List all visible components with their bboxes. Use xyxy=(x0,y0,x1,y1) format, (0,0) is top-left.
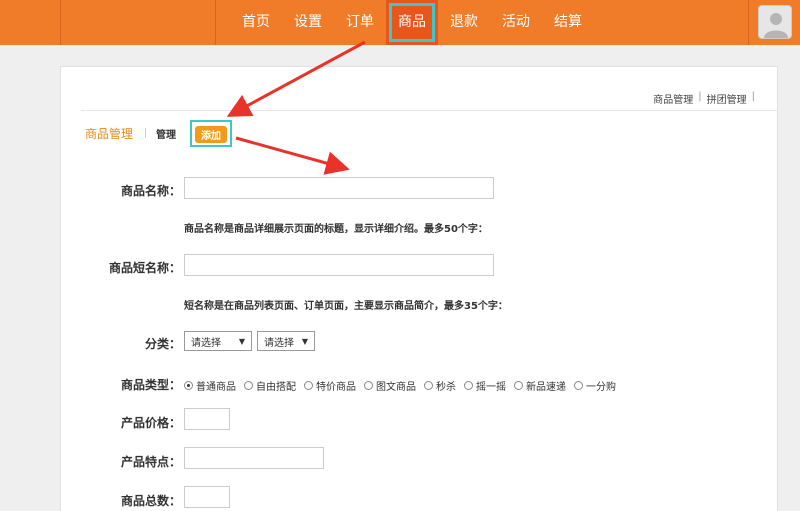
name-field[interactable] xyxy=(184,177,494,199)
nav-item-settlement[interactable]: 结算 xyxy=(542,0,594,45)
user-icon xyxy=(764,13,788,38)
price-field[interactable] xyxy=(184,408,230,430)
avatar[interactable] xyxy=(758,5,792,39)
category-select-2[interactable]: 请选择 ▼ xyxy=(257,331,315,351)
radio-type-flash-sale[interactable]: 秒杀 xyxy=(424,378,456,393)
short-name-field[interactable] xyxy=(184,254,494,276)
radio-label: 摇一摇 xyxy=(476,382,506,393)
total-field[interactable] xyxy=(184,486,230,508)
radio-dot xyxy=(424,381,433,390)
nav-item-activities[interactable]: 活动 xyxy=(490,0,542,45)
short-name-label: 商品短名称： xyxy=(108,261,181,275)
type-label: 商品类型： xyxy=(120,378,181,392)
tab-divider xyxy=(145,128,147,138)
category-select-1-value: 请选择 xyxy=(191,337,221,349)
radio-label: 普通商品 xyxy=(196,382,236,393)
link-product-manage[interactable]: 商品管理 xyxy=(653,91,693,106)
type-radio-group: 普通商品 自由搭配 特价商品 图文商品 秒杀 摇一摇 新品速递 一分购 xyxy=(184,378,616,393)
nav-item-orders[interactable]: 订单 xyxy=(334,0,386,45)
price-label: 产品价格： xyxy=(120,416,181,430)
radio-label: 秒杀 xyxy=(436,382,456,393)
radio-type-new-arrival[interactable]: 新品速递 xyxy=(514,378,566,393)
content-panel: 商品管理 | 拼团管理 | 商品管理 管理 添加 商品名称： 商品名称是商品详细… xyxy=(60,66,778,511)
divider xyxy=(81,110,777,111)
add-highlight-box: 添加 xyxy=(190,119,233,147)
chevron-down-icon: ▼ xyxy=(238,336,245,346)
chevron-down-icon: ▼ xyxy=(301,336,308,346)
nav-item-refunds[interactable]: 退款 xyxy=(438,0,490,45)
add-button[interactable]: 添加 xyxy=(195,125,228,143)
top-links: 商品管理 | 拼团管理 | xyxy=(653,91,755,106)
nav-item-home[interactable]: 首页 xyxy=(230,0,282,45)
link-separator: | xyxy=(698,91,702,102)
radio-type-normal[interactable]: 普通商品 xyxy=(184,378,236,393)
section-title: 商品管理 xyxy=(85,126,134,141)
radio-dot xyxy=(244,381,253,390)
top-navbar: 首页 设置 订单 商品 退款 活动 结算 xyxy=(0,0,800,45)
radio-type-shake[interactable]: 摇一摇 xyxy=(464,378,506,393)
radio-label: 特价商品 xyxy=(316,382,356,393)
radio-dot xyxy=(574,381,583,390)
radio-label: 图文商品 xyxy=(376,382,416,393)
radio-type-image-text[interactable]: 图文商品 xyxy=(364,378,416,393)
radio-type-special-price[interactable]: 特价商品 xyxy=(304,378,356,393)
short-name-hint: 短名称是在商品列表页面、订单页面，主要显示商品简介，最多35个字： xyxy=(184,301,508,312)
navbar-divider xyxy=(60,0,61,45)
feature-field[interactable] xyxy=(184,447,324,469)
total-label: 商品总数： xyxy=(120,494,181,508)
radio-label: 一分购 xyxy=(586,382,616,393)
name-label: 商品名称： xyxy=(120,184,181,198)
radio-dot xyxy=(514,381,523,390)
radio-dot xyxy=(304,381,313,390)
radio-label: 自由搭配 xyxy=(256,382,296,393)
nav-item-products[interactable]: 商品 xyxy=(386,0,438,45)
main-nav: 首页 设置 订单 商品 退款 活动 结算 xyxy=(230,0,594,45)
radio-type-free-match[interactable]: 自由搭配 xyxy=(244,378,296,393)
radio-dot xyxy=(464,381,473,390)
radio-type-one-cent[interactable]: 一分购 xyxy=(574,378,616,393)
nav-item-settings[interactable]: 设置 xyxy=(282,0,334,45)
category-label: 分类： xyxy=(144,337,181,351)
category-select-1[interactable]: 请选择 ▼ xyxy=(184,331,252,351)
link-group-manage[interactable]: 拼团管理 xyxy=(707,91,747,106)
tab-manage[interactable]: 管理 xyxy=(156,126,176,141)
link-separator: | xyxy=(751,91,755,102)
navbar-divider xyxy=(748,0,749,45)
navbar-divider xyxy=(215,0,216,45)
feature-label: 产品特点： xyxy=(120,455,181,469)
radio-dot xyxy=(184,381,193,390)
radio-label: 新品速递 xyxy=(526,382,566,393)
name-hint: 商品名称是商品详细展示页面的标题，显示详细介绍。最多50个字： xyxy=(184,224,488,235)
category-select-2-value: 请选择 xyxy=(264,337,294,349)
sub-tabs: 商品管理 管理 添加 xyxy=(85,119,233,147)
radio-dot xyxy=(364,381,373,390)
